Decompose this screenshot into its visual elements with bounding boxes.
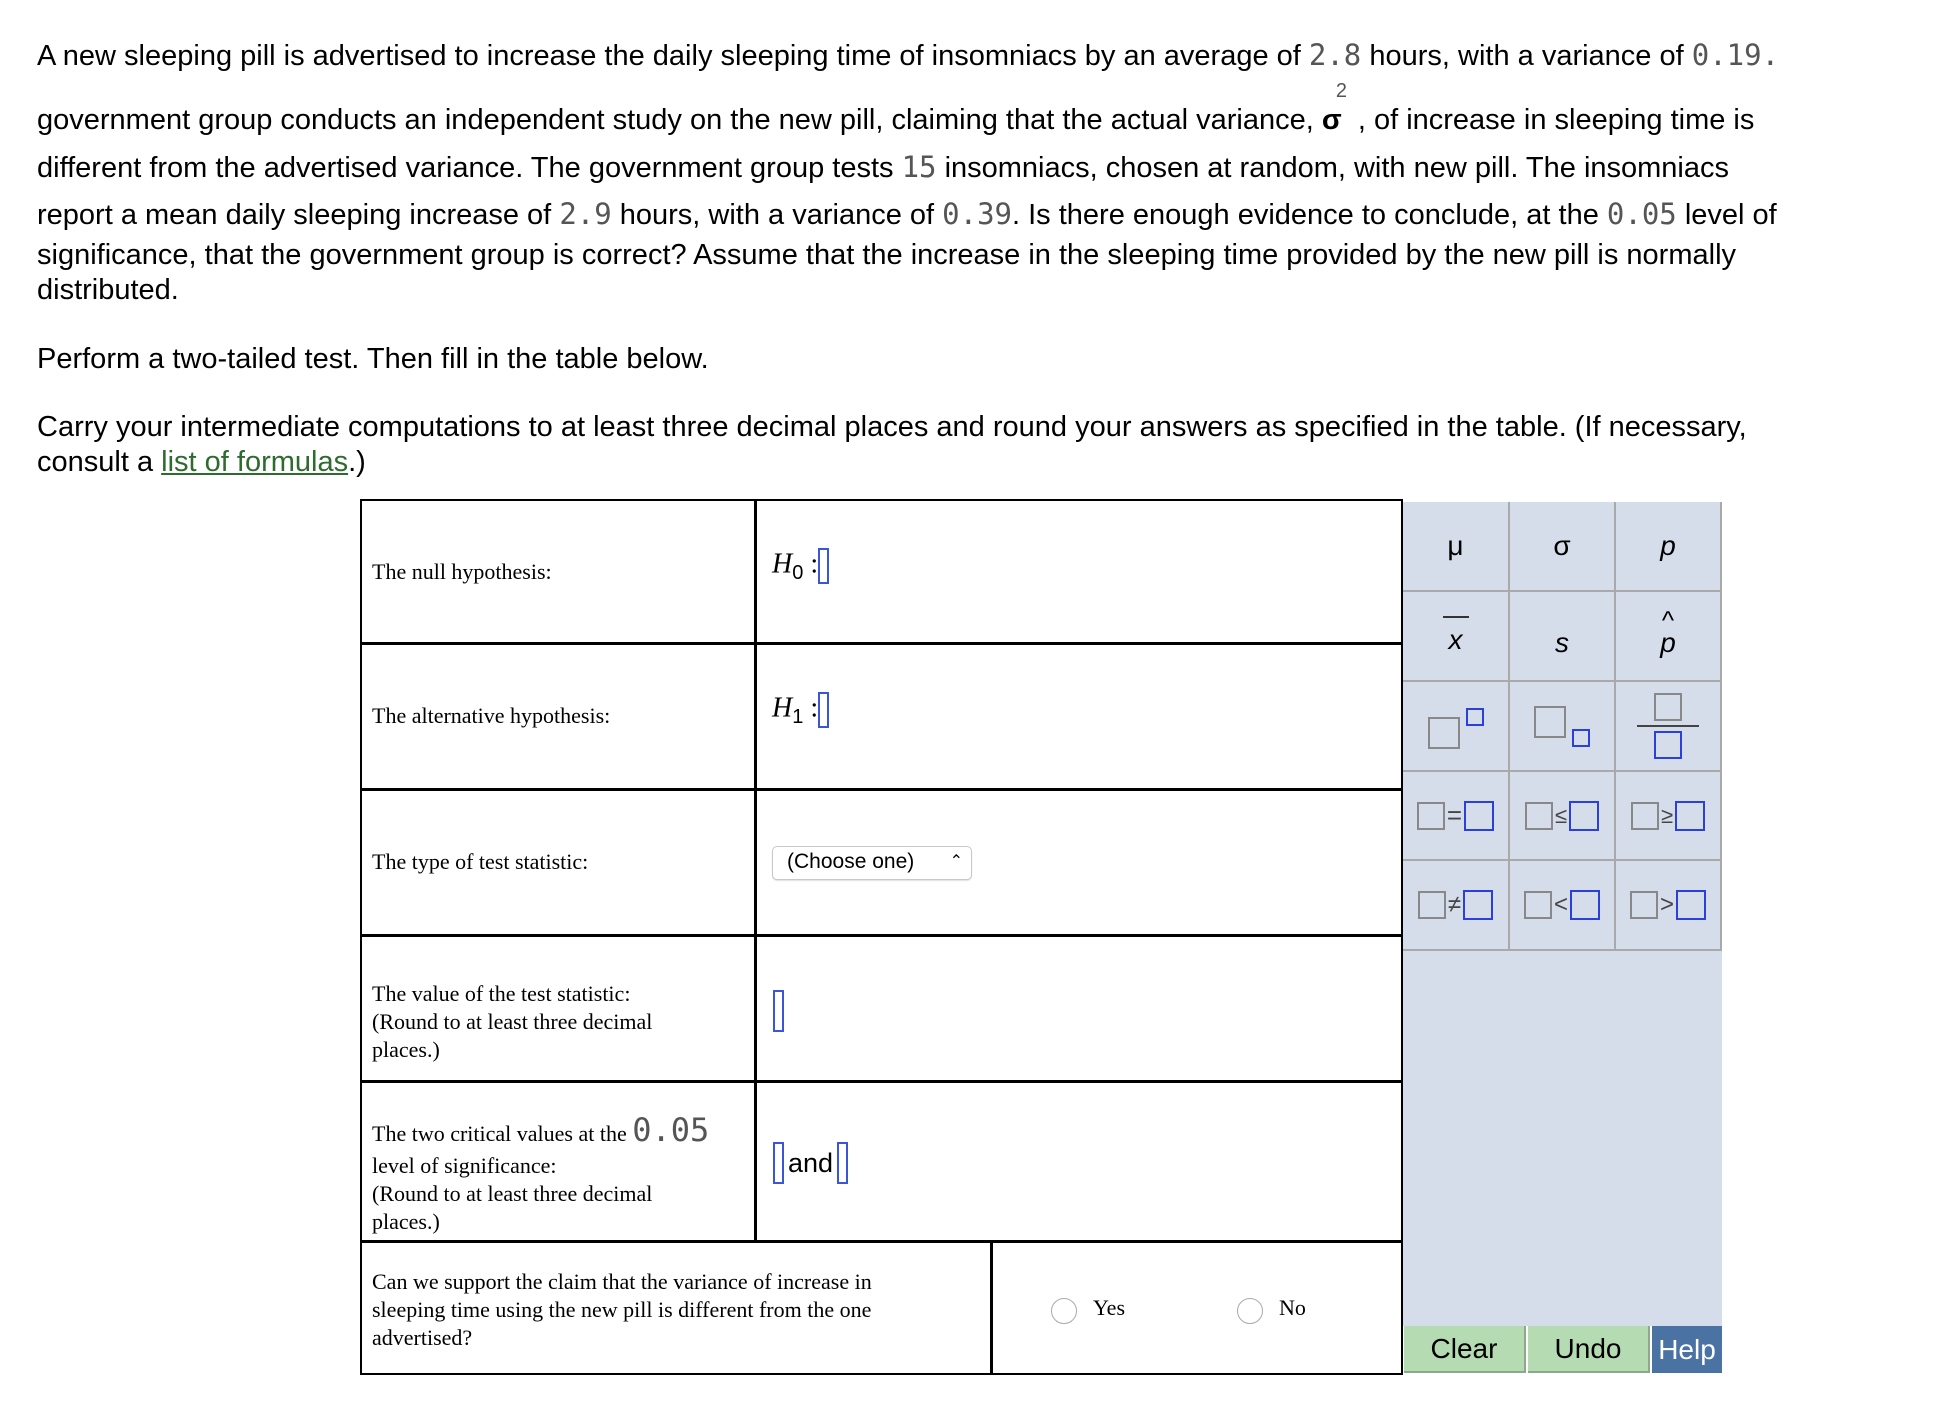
problem-line-4: report a mean daily sleeping increase of… (37, 197, 1777, 231)
left-box-icon (1524, 801, 1553, 830)
critical-values-inputs: and (773, 1142, 849, 1184)
right-box-icon (1464, 800, 1495, 831)
not-equal-button[interactable]: ≠ (1403, 861, 1510, 951)
x-bar-button[interactable]: x (1403, 592, 1510, 682)
fraction-bar-icon (1637, 725, 1699, 727)
problem-line-6: distributed. (37, 274, 179, 306)
test-type-label: The type of test statistic: (372, 849, 589, 874)
subscript-box-icon (1572, 729, 1590, 747)
alternative-hypothesis-input[interactable]: H1 : (772, 692, 830, 729)
advertised-variance: 0.19 (1691, 38, 1762, 72)
superscript-button[interactable] (1403, 682, 1510, 772)
greater-equal-button[interactable]: ≥ (1616, 772, 1722, 861)
left-box-icon (1523, 891, 1552, 919)
table-divider (360, 934, 1403, 937)
sigma-button[interactable]: σ (1510, 502, 1616, 592)
p-hat-button[interactable]: ^ p (1616, 592, 1722, 682)
numerator-box-icon (1654, 693, 1682, 721)
test-type-select[interactable]: (Choose one) ⌃ (772, 846, 972, 880)
problem-line-5: significance, that the government group … (37, 239, 1737, 271)
yes-label[interactable]: Yes (1093, 1294, 1125, 1322)
conclusion-label: Can we support the claim that the varian… (372, 1269, 872, 1350)
hat-icon: ^ (1661, 605, 1675, 635)
s-button[interactable]: s (1510, 592, 1616, 682)
clear-button[interactable]: Clear (1404, 1326, 1526, 1373)
left-box-icon (1630, 801, 1659, 830)
critical-values-label: The two critical values at the 0.05 leve… (372, 1111, 710, 1234)
less-than-button[interactable]: < (1510, 861, 1616, 951)
undo-button[interactable]: Undo (1528, 1326, 1650, 1373)
answer-box[interactable] (818, 548, 830, 584)
select-chevron-icon: ⌃ (949, 853, 963, 870)
equals-button[interactable]: = (1403, 772, 1510, 861)
right-box-icon (1463, 890, 1494, 920)
null-hypothesis-label: The null hypothesis: (372, 559, 552, 584)
test-statistic-label: The value of the test statistic: (Round … (372, 981, 653, 1062)
table-divider (754, 499, 757, 1242)
table-divider (990, 1240, 993, 1375)
less-equal-button[interactable]: ≤ (1510, 772, 1616, 861)
no-label[interactable]: No (1279, 1294, 1306, 1322)
problem-line-3: different from the advertised variance. … (37, 150, 1730, 184)
table-divider (360, 788, 1403, 791)
alternative-hypothesis-label: The alternative hypothesis: (372, 703, 611, 728)
no-radio[interactable] (1237, 1298, 1263, 1324)
instruction-rounding: Carry your intermediate computations to … (37, 411, 1747, 443)
fraction-button[interactable] (1616, 682, 1722, 772)
left-box-icon (1416, 801, 1445, 830)
exponent-box-icon (1465, 708, 1484, 726)
instruction-formulas: consult a list of formulas.) (37, 446, 366, 478)
yes-radio[interactable] (1051, 1298, 1077, 1324)
critical-value-input-1[interactable] (773, 1142, 784, 1184)
p-button[interactable]: p (1616, 502, 1722, 592)
right-box-icon (1676, 890, 1706, 920)
answer-table (360, 499, 1403, 1375)
problem-line-2: government group conducts an independent… (37, 80, 1755, 136)
critical-value-input-2[interactable] (837, 1142, 849, 1184)
left-box-icon (1417, 891, 1446, 919)
greater-than-button[interactable]: > (1616, 861, 1722, 951)
symbol-palette: μ σ p x s ^ p = ≤ ≥ ≠ < > (1403, 502, 1722, 1326)
answer-box[interactable] (818, 692, 830, 728)
test-statistic-input[interactable] (773, 990, 784, 1032)
right-box-icon (1675, 800, 1706, 831)
problem-line-1: A new sleeping pill is advertised to inc… (37, 38, 1780, 72)
denominator-box-icon (1654, 731, 1682, 759)
instruction-two-tailed: Perform a two-tailed test. Then fill in … (37, 343, 709, 375)
significance-level: 0.05 (1606, 197, 1677, 231)
table-divider (360, 642, 1403, 645)
base-box-icon (1427, 717, 1460, 749)
null-hypothesis-input[interactable]: H0 : (772, 548, 830, 585)
sample-variance: 0.39 (942, 197, 1012, 231)
help-button[interactable]: Help (1652, 1326, 1722, 1373)
advertised-mean: 2.8 (1308, 38, 1362, 72)
sigma-squared: σ2 (1321, 80, 1347, 136)
subscript-button[interactable] (1510, 682, 1616, 772)
right-box-icon (1570, 890, 1600, 920)
base-box-icon (1534, 706, 1566, 738)
mu-button[interactable]: μ (1403, 502, 1510, 592)
table-divider (360, 1240, 1403, 1243)
table-divider (360, 1080, 1403, 1083)
sample-mean: 2.9 (559, 197, 612, 231)
left-box-icon (1629, 891, 1658, 919)
bar-icon (1442, 616, 1469, 618)
list-of-formulas-link[interactable]: list of formulas (161, 446, 348, 478)
sample-size: 15 (901, 150, 937, 184)
right-box-icon (1569, 800, 1600, 831)
